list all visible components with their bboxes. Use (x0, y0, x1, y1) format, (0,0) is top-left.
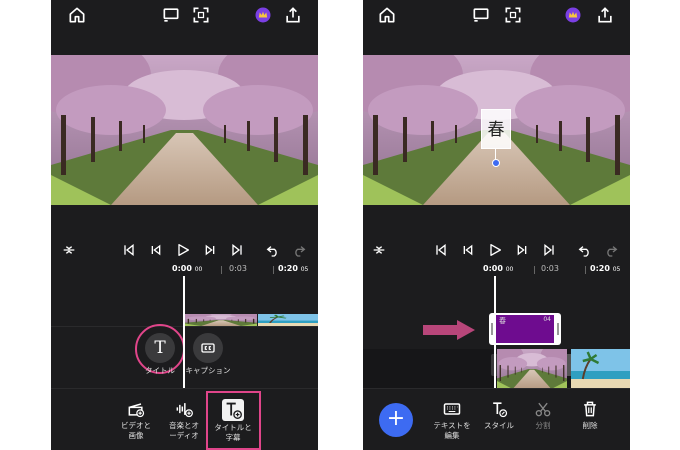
video-and-image-button[interactable]: ビデオと 画像 (111, 399, 161, 441)
playhead[interactable] (494, 276, 496, 388)
previous-frame-icon[interactable] (147, 242, 163, 258)
timeline[interactable]: 春 04 (363, 276, 630, 389)
video-clip-beach[interactable] (571, 349, 630, 389)
phone-screen-right: 春 0:00 00 0:03 0:20 05 春 04 + テキストを 編集 ス… (363, 0, 630, 450)
playback-controls (363, 240, 630, 262)
phone-screen-left: 0:00 00 0:03 0:20 05 T タイトル キャプション ビデオと … (51, 0, 318, 450)
title-clip-duration: 04 (543, 316, 551, 323)
audio-waveform-icon (174, 399, 194, 419)
collapse-timeline-icon[interactable] (371, 242, 387, 258)
edit-text-label: テキストを 編集 (433, 421, 471, 440)
closed-caption-icon (200, 340, 216, 356)
premium-crown-icon[interactable] (563, 5, 583, 25)
current-time: 0:00 00 (172, 264, 203, 273)
style-button[interactable]: スタイル (474, 399, 524, 431)
title-clip-selection[interactable]: 春 04 (489, 313, 561, 345)
ruler-tick (273, 266, 274, 274)
play-icon[interactable] (175, 242, 191, 258)
title-clip-label: 春 (499, 317, 506, 325)
ruler-tick (221, 266, 222, 274)
title-overlay-box[interactable]: 春 (481, 109, 511, 149)
keyboard-icon (442, 399, 462, 419)
split-button[interactable]: 分割 (518, 399, 568, 431)
title-overlay-text[interactable]: 春 (482, 110, 510, 148)
title-option-label: タイトル (145, 366, 175, 375)
current-time: 0:00 00 (483, 264, 514, 273)
next-frame-icon[interactable] (203, 242, 219, 258)
fullscreen-icon[interactable] (503, 5, 523, 25)
timecode-ruler[interactable]: 0:00 00 0:03 0:20 05 (363, 264, 630, 276)
text-style-icon (489, 399, 509, 419)
home-icon[interactable] (377, 5, 397, 25)
music-and-audio-label: 音楽とオ ーディオ (169, 421, 199, 440)
video-add-icon (126, 399, 146, 419)
export-icon[interactable] (595, 5, 615, 25)
time-mark: 0:03 (229, 264, 247, 273)
top-bar (363, 0, 630, 30)
home-icon[interactable] (67, 5, 87, 25)
video-clip-cherry[interactable] (185, 314, 257, 326)
split-label: 分割 (535, 421, 551, 430)
timecode-ruler[interactable]: 0:00 00 0:03 0:20 05 (51, 264, 318, 276)
fullscreen-icon[interactable] (191, 5, 211, 25)
rotate-handle[interactable] (492, 159, 500, 167)
export-icon[interactable] (283, 5, 303, 25)
trim-handle-left[interactable] (491, 323, 493, 335)
scissors-icon (533, 399, 553, 419)
add-button[interactable]: + (379, 403, 413, 437)
undo-icon[interactable] (577, 242, 593, 258)
style-label: スタイル (484, 421, 514, 430)
top-bar (51, 0, 318, 30)
end-time: 0:20 05 (590, 264, 621, 273)
skip-to-start-icon[interactable] (121, 242, 137, 258)
ruler-tick (585, 266, 586, 274)
edit-text-button[interactable]: テキストを 編集 (427, 399, 477, 441)
skip-to-end-icon[interactable] (541, 242, 557, 258)
next-frame-icon[interactable] (515, 242, 531, 258)
playback-controls (51, 240, 318, 262)
play-icon[interactable] (487, 242, 503, 258)
title-clip[interactable]: 春 04 (496, 315, 554, 343)
caption-option-button[interactable] (193, 333, 223, 363)
bottom-toolbar: ビデオと 画像 音楽とオ ーディオ タイトルと 字幕 (51, 388, 318, 450)
caption-option-label: キャプション (185, 366, 231, 375)
trash-icon (580, 399, 600, 419)
redo-icon[interactable] (603, 242, 619, 258)
video-preview[interactable]: 春 (363, 55, 630, 205)
video-and-image-label: ビデオと 画像 (121, 421, 151, 440)
video-preview[interactable] (51, 55, 318, 205)
previous-frame-icon[interactable] (459, 242, 475, 258)
time-mark: 0:03 (541, 264, 559, 273)
pointer-arrow (423, 320, 475, 340)
collapse-timeline-icon[interactable] (61, 242, 77, 258)
cast-icon[interactable] (471, 5, 491, 25)
rotate-handle-line (495, 149, 496, 159)
bottom-toolbar: + テキストを 編集 スタイル 分割 削除 (363, 388, 630, 450)
trim-handle-right[interactable] (557, 323, 559, 335)
video-clip-cherry[interactable] (497, 349, 567, 389)
delete-label: 削除 (582, 421, 598, 430)
undo-icon[interactable] (265, 242, 281, 258)
redo-icon[interactable] (291, 242, 307, 258)
skip-to-start-icon[interactable] (433, 242, 449, 258)
video-clip-beach[interactable] (258, 314, 318, 326)
end-time: 0:20 05 (278, 264, 309, 273)
premium-crown-icon[interactable] (253, 5, 273, 25)
cast-icon[interactable] (161, 5, 181, 25)
delete-button[interactable]: 削除 (565, 399, 615, 431)
skip-to-end-icon[interactable] (229, 242, 245, 258)
music-and-audio-button[interactable]: 音楽とオ ーディオ (159, 399, 209, 441)
playhead[interactable] (183, 276, 185, 388)
highlight-box (206, 391, 261, 450)
ruler-tick (534, 266, 535, 274)
